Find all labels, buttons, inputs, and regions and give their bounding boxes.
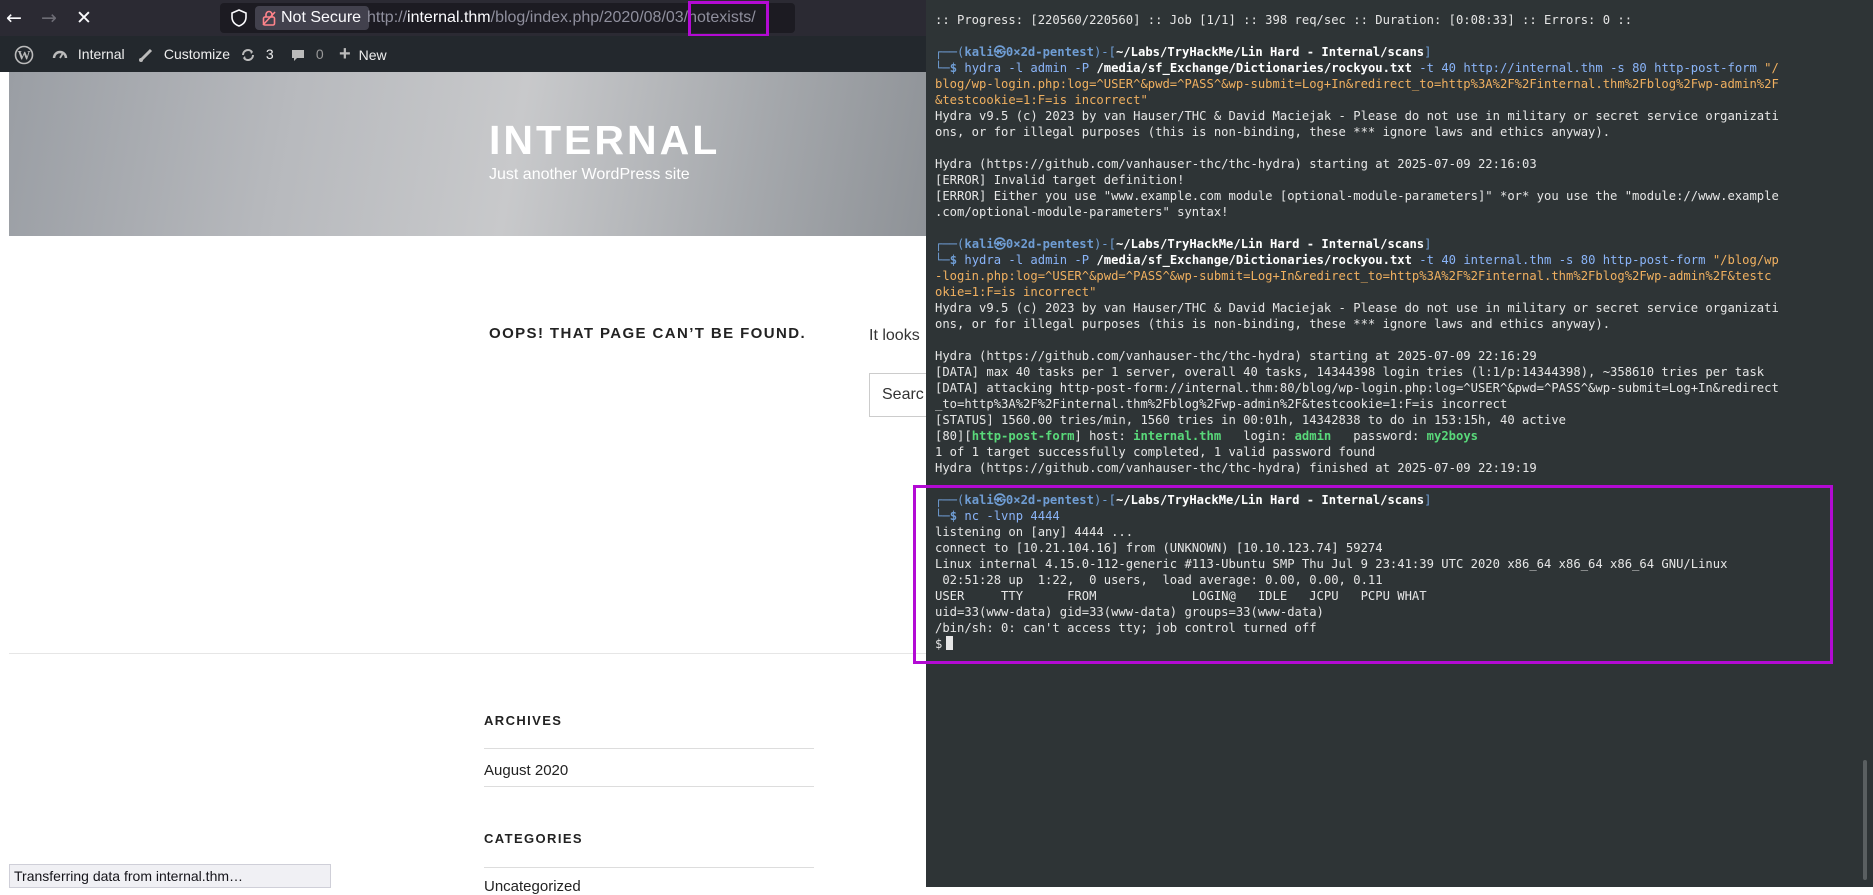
output-line: [ERROR] Either you use "www.example.com … [935,189,1779,203]
categories-widget-title: CATEGORIES [484,831,583,846]
back-icon[interactable]: ← [2,7,26,29]
widget-divider [484,748,814,749]
not-found-text: It looks [869,327,920,344]
not-secure-label: Not Secure [281,9,362,26]
output-line: ons, or for illegal purposes (this is no… [935,125,1611,139]
url-prefix: http:// [367,9,408,26]
prompt-line: ┌──(kali㉿0×2d-pentest)-[~/Labs/TryHackMe… [935,237,1432,251]
not-secure-badge[interactable]: Not Secure [255,6,370,30]
admin-bar-comments[interactable]: 0 [290,36,324,72]
stop-loading-icon[interactable]: ✕ [72,7,96,29]
command-line-wrap: -login.php:log=^USER^&pwd=^PASS^&wp-subm… [935,269,1772,283]
plus-icon: + [339,43,351,65]
archives-widget-title: ARCHIVES [484,713,563,728]
brush-icon [139,49,153,63]
output-line: Hydra v9.5 (c) 2023 by van Hauser/THC & … [935,109,1779,123]
widget-divider [484,786,814,787]
admin-bar-new[interactable]: + New [339,36,387,72]
dashboard-icon [52,51,68,59]
wp-admin-bar: W Internal Customize 3 0 + New [0,36,926,72]
updates-icon [242,49,254,62]
comment-icon [292,50,304,62]
command-line: └─$ hydra -l admin -P /media/sf_Exchange… [935,253,1779,267]
forward-icon[interactable]: → [37,7,61,29]
output-line: Hydra (https://github.com/vanhauser-thc/… [935,157,1537,171]
url-annotation-box [688,1,769,37]
output-line: .com/optional-module-parameters" syntax! [935,205,1229,219]
insecure-lock-icon [262,10,276,26]
output-line: 1 of 1 target successfully completed, 1 … [935,445,1376,459]
admin-bar-comments-count: 0 [315,46,324,62]
output-line: _to=http%3A%2F%2Finternal.thm%2Fblog%2Fw… [935,397,1508,411]
found-credentials-line: [80][http-post-form] host: internal.thm … [935,429,1479,443]
command-line-wrap: &testcookie=1:F=is incorrect" [935,93,1148,107]
command-line: └─$ hydra -l admin -P /media/sf_Exchange… [935,61,1779,75]
admin-bar-customize-label: Customize [163,46,231,62]
svg-text:W: W [18,48,31,63]
tracking-shield-icon[interactable] [230,9,248,27]
url-path: /blog/index.php/2020/08/03/ [490,9,689,26]
output-line: [ERROR] Invalid target definition! [935,173,1185,187]
output-line: Hydra (https://github.com/vanhauser-thc/… [935,461,1537,475]
header-image: INTERNAL Just another WordPress site [9,72,926,236]
wordpress-page: INTERNAL Just another WordPress site OOP… [9,72,949,895]
output-line: [DATA] attacking http-post-form://intern… [935,381,1779,395]
archive-link[interactable]: August 2020 [484,762,568,779]
widget-divider [484,867,814,868]
status-tooltip: Transferring data from internal.thm… [9,864,331,888]
ffuf-progress-line: :: Progress: [220560/220560] :: Job [1/1… [935,13,1633,27]
admin-bar-updates-count: 3 [265,46,274,62]
url-host: internal.thm [407,9,491,26]
output-line: Hydra (https://github.com/vanhauser-thc/… [935,349,1537,363]
admin-bar-site-label: Internal [77,46,125,62]
output-line: [STATUS] 1560.00 tries/min, 1560 tries i… [935,413,1567,427]
output-line: Hydra v9.5 (c) 2023 by van Hauser/THC & … [935,301,1779,315]
prompt-line: ┌──(kali㉿0×2d-pentest)-[~/Labs/TryHackMe… [935,45,1432,59]
admin-bar-site[interactable]: Internal [52,36,125,72]
output-line: ons, or for illegal purposes (this is no… [935,317,1611,331]
command-line-wrap: okie=1:F=is incorrect" [935,285,1097,299]
admin-bar-updates[interactable]: 3 [240,36,274,72]
shell-annotation-box [913,485,1833,664]
site-description: Just another WordPress site [489,166,690,183]
not-found-heading: OOPS! THAT PAGE CAN’T BE FOUND. [489,325,807,342]
admin-bar-new-label: New [358,47,387,63]
command-line-wrap: blog/wp-login.php:log=^USER^&pwd=^PASS^&… [935,77,1779,91]
terminal-scrollbar[interactable] [1863,760,1867,880]
admin-bar-customize[interactable]: Customize [138,36,230,72]
output-line: [DATA] max 40 tasks per 1 server, overal… [935,365,1765,379]
footer-divider [9,653,926,654]
wordpress-logo-icon[interactable]: W [14,36,34,72]
terminal-window[interactable]: :: Progress: [220560/220560] :: Job [1/1… [926,0,1873,887]
site-title[interactable]: INTERNAL [489,117,720,164]
